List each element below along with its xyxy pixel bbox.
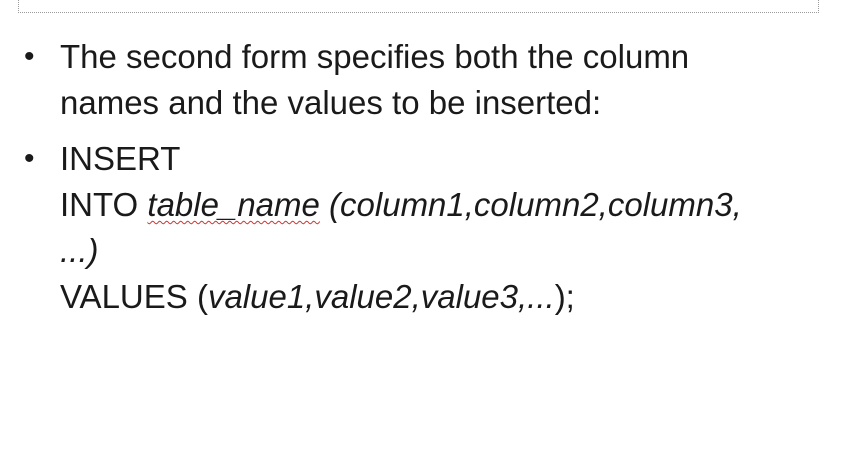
bullet-icon: • [24, 142, 35, 175]
values-line: VALUES (value1,value2,value3,...); [60, 274, 824, 320]
values-end: ); [554, 278, 575, 315]
table-name-placeholder: table_name [147, 186, 320, 223]
insert-keyword: INSERT [60, 140, 181, 177]
bullet-icon: • [24, 40, 35, 73]
into-keyword: INTO [60, 186, 148, 223]
values-keyword: VALUES ( [60, 278, 208, 315]
column-list-continuation: ...) [60, 232, 99, 269]
column-list: (column1,column2,column3, [319, 186, 742, 223]
values-list: value1,value2,value3,... [207, 278, 555, 315]
bullet1-line1: The second form specifies both the colum… [60, 38, 690, 75]
bullet1-line2: names and the values to be inserted: [60, 84, 602, 121]
slide-body: • The second form specifies both the col… [24, 34, 824, 320]
bullet-item-insert-syntax: • INSERT INTO table_name (column1,column… [24, 136, 824, 320]
bullet-item-second-form: • The second form specifies both the col… [24, 34, 824, 126]
title-placeholder-box [18, 0, 819, 13]
into-line: INTO table_name (column1,column2,column3… [60, 182, 824, 228]
